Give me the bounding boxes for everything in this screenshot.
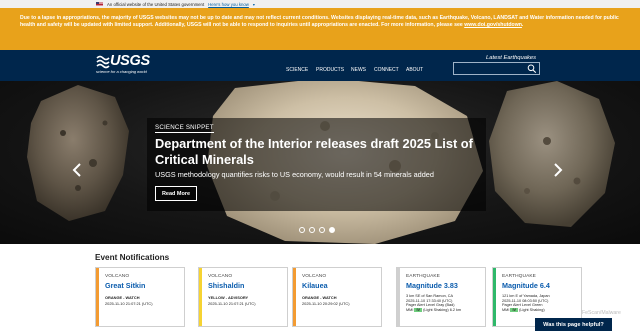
status-bar: [293, 268, 296, 326]
event-type: EARTHQUAKE: [406, 274, 440, 279]
carousel-dot[interactable]: [319, 227, 325, 233]
carousel-next-icon[interactable]: [553, 163, 563, 177]
logo-tagline: science for a changing world: [96, 69, 147, 74]
event-name[interactable]: Kilauea: [302, 281, 381, 290]
mmi-label: MMI: [406, 307, 414, 312]
hero-title[interactable]: Department of the Interior releases draf…: [155, 136, 475, 168]
carousel-indicators: [299, 227, 335, 233]
nav-science[interactable]: SCIENCE: [286, 67, 308, 73]
search-box: [453, 62, 540, 75]
mmi-label: MMI: [502, 307, 510, 312]
event-status: ORANGE - WATCH: [302, 295, 337, 300]
event-type: VOLCANO: [208, 274, 233, 279]
event-notifications-heading: Event Notifications: [95, 253, 170, 262]
mmi-description: (Light Shaking) 6.2 km: [423, 307, 462, 312]
heres-how-you-know-link[interactable]: Here's how you know: [208, 2, 249, 7]
mmi-row: MMI IV (Light Shaking): [502, 307, 581, 313]
event-name[interactable]: Magnitude 6.4: [502, 281, 581, 290]
mmi-row: MMI IV (Light Shaking) 6.2 km: [406, 307, 485, 313]
event-card[interactable]: EARTHQUAKE Magnitude 3.83 3 km SE of San…: [396, 267, 486, 327]
nav-connect[interactable]: CONNECT: [374, 67, 399, 73]
event-status: ORANGE - WATCH: [105, 295, 140, 300]
event-card[interactable]: VOLCANO Kilauea ORANGE - WATCH 2025-11-1…: [292, 267, 382, 327]
event-card[interactable]: VOLCANO Great Sitkin ORANGE - WATCH 2025…: [95, 267, 185, 327]
chevron-down-icon[interactable]: ▾: [253, 2, 255, 7]
event-type: VOLCANO: [105, 274, 130, 279]
event-type: VOLCANO: [302, 274, 327, 279]
search-input[interactable]: [454, 63, 527, 74]
status-bar: [397, 268, 400, 326]
feedback-button[interactable]: Was this page helpful?: [535, 318, 612, 331]
hero-carousel: SCIENCE SNIPPET Department of the Interi…: [0, 81, 640, 244]
event-name[interactable]: Great Sitkin: [105, 281, 184, 290]
nav-about[interactable]: ABOUT: [406, 67, 423, 73]
event-time: 2025-11-10 20:29:02 (UTC): [302, 301, 350, 306]
status-bar: [199, 268, 202, 326]
event-card[interactable]: VOLCANO Shishaldin YELLOW - ADVISORY 202…: [198, 267, 288, 327]
event-details: 3 km SE of San Ramon, CA 2025-11-10 17:3…: [406, 294, 485, 313]
read-more-button[interactable]: Read More: [155, 186, 197, 201]
hero-subtitle: USGS methodology quantifies risks to US …: [155, 170, 434, 179]
logo-wordmark: USGS: [110, 53, 150, 69]
event-time: 2025-11-10 21:07:21 (UTC): [105, 301, 153, 306]
shutdown-alert: Due to a lapse in appropriations, the ma…: [0, 8, 640, 50]
carousel-dot[interactable]: [309, 227, 315, 233]
alert-end: .: [521, 22, 524, 29]
gov-banner-text: An official website of the United States…: [107, 1, 205, 7]
latest-earthquakes-link[interactable]: Latest Earthquakes: [486, 55, 536, 61]
site-header: USGS science for a changing world SCIENC…: [0, 50, 640, 81]
hero-tag[interactable]: SCIENCE SNIPPET: [155, 124, 214, 133]
event-status: YELLOW - ADVISORY: [208, 295, 249, 300]
event-name[interactable]: Magnitude 3.83: [406, 281, 485, 290]
event-name[interactable]: Shishaldin: [208, 281, 287, 290]
search-icon[interactable]: [527, 64, 537, 73]
event-time: 2025-11-10 21:07:21 (UTC): [208, 301, 256, 306]
carousel-dot-active[interactable]: [329, 227, 335, 233]
shutdown-link[interactable]: www.doi.gov/shutdown: [464, 22, 522, 28]
usgs-logo[interactable]: USGS science for a changing world: [96, 53, 156, 76]
mineral-rock-left: [27, 85, 129, 221]
mmi-description: (Light Shaking): [519, 307, 545, 312]
alert-text: Due to a lapse in appropriations, the ma…: [20, 15, 619, 29]
carousel-prev-icon[interactable]: [72, 163, 82, 177]
mineral-rock-right: [489, 81, 615, 227]
us-flag-icon: [96, 1, 103, 7]
status-bar: [493, 268, 496, 326]
event-type: EARTHQUAKE: [502, 274, 536, 279]
mmi-badge: IV: [414, 307, 423, 313]
nav-products[interactable]: PRODUCTS: [316, 67, 344, 73]
carousel-dot[interactable]: [299, 227, 305, 233]
status-bar: [96, 268, 99, 326]
nav-news[interactable]: NEWS: [351, 67, 366, 73]
mmi-badge: IV: [510, 307, 519, 313]
watermark: FeScan/Malware: [582, 310, 621, 316]
event-details: 121 km E of Yamada, Japan 2025-11-10 08:…: [502, 294, 581, 313]
usgs-wave-icon: [96, 55, 110, 69]
gov-banner: An official website of the United States…: [0, 0, 640, 8]
